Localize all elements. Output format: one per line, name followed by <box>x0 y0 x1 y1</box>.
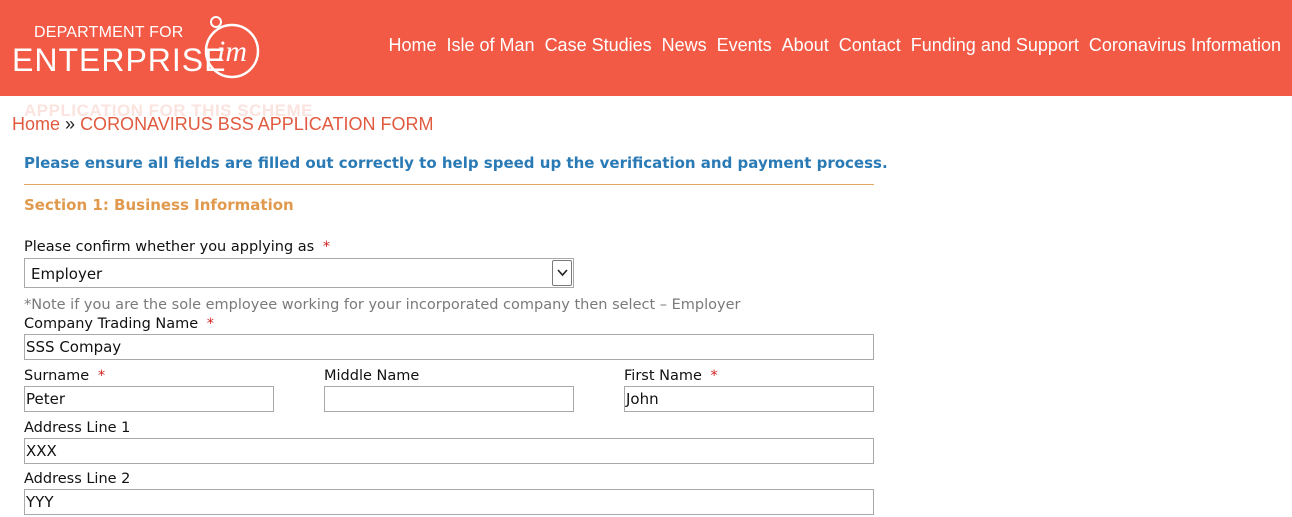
section-divider <box>24 184 874 185</box>
surname-label: Surname * <box>24 368 105 384</box>
address-line-1-input[interactable]: XXX <box>24 438 874 464</box>
company-trading-name-label-text: Company Trading Name <box>24 316 199 332</box>
section-title: Section 1: Business Information <box>24 196 294 214</box>
required-marker: * <box>206 316 215 332</box>
address-line-2-label-text: Address Line 2 <box>24 471 131 487</box>
site-header: DEPARTMENT FOR ENTERPRISE im Home Isle o… <box>0 0 1292 96</box>
applying-as-label-text: Please confirm whether you applying as <box>24 239 315 255</box>
company-trading-name-input[interactable]: SSS Compay <box>24 334 874 360</box>
logo-line-1: DEPARTMENT FOR <box>34 24 184 41</box>
address-line-1-label-text: Address Line 1 <box>24 420 131 436</box>
surname-label-text: Surname <box>24 368 90 384</box>
nav-funding-and-support[interactable]: Funding and Support <box>906 35 1084 56</box>
company-trading-name-label: Company Trading Name * <box>24 316 214 332</box>
breadcrumb: Home » CORONAVIRUS BSS APPLICATION FORM <box>12 114 433 135</box>
required-marker: * <box>322 239 331 255</box>
first-name-label: First Name * <box>624 368 718 384</box>
nav-contact[interactable]: Contact <box>834 35 906 56</box>
middle-name-input[interactable] <box>324 386 574 412</box>
middle-name-label-text: Middle Name <box>324 368 420 384</box>
site-logo[interactable]: DEPARTMENT FOR ENTERPRISE im <box>12 14 264 84</box>
nav-coronavirus-information[interactable]: Coronavirus Information <box>1084 35 1286 56</box>
im-logo-mark-icon: im <box>204 16 260 79</box>
surname-input[interactable]: Peter <box>24 386 274 412</box>
logo-line-2: ENTERPRISE <box>12 42 227 78</box>
nav-news[interactable]: News <box>657 35 712 56</box>
applying-as-value: Employer <box>31 265 103 283</box>
nav-home[interactable]: Home <box>384 35 442 56</box>
applying-as-label: Please confirm whether you applying as * <box>24 239 330 255</box>
middle-name-label: Middle Name <box>324 368 419 384</box>
breadcrumb-separator: » <box>65 114 76 134</box>
form-intro-text: Please ensure all fields are filled out … <box>24 154 888 172</box>
first-name-input[interactable]: John <box>624 386 874 412</box>
nav-case-studies[interactable]: Case Studies <box>540 35 657 56</box>
breadcrumb-current: CORONAVIRUS BSS APPLICATION FORM <box>80 114 434 134</box>
breadcrumb-home-link[interactable]: Home <box>12 114 60 134</box>
required-marker: * <box>710 368 718 384</box>
address-line-2-input[interactable]: YYY <box>24 489 874 515</box>
address-line-2-label: Address Line 2 <box>24 471 130 487</box>
applying-as-select[interactable]: Employer <box>24 258 574 288</box>
nav-events[interactable]: Events <box>712 35 777 56</box>
first-name-label-text: First Name <box>624 368 702 384</box>
required-marker: * <box>97 368 106 384</box>
nav-isle-of-man[interactable]: Isle of Man <box>442 35 540 56</box>
select-dropdown-button[interactable] <box>552 260 572 286</box>
address-line-1-label: Address Line 1 <box>24 420 130 436</box>
logo-mark-text: im <box>217 35 247 68</box>
employer-note: *Note if you are the sole employee worki… <box>24 297 741 313</box>
nav-about[interactable]: About <box>777 35 834 56</box>
chevron-down-icon <box>557 269 568 277</box>
main-nav: Home Isle of Man Case Studies News Event… <box>384 35 1287 56</box>
